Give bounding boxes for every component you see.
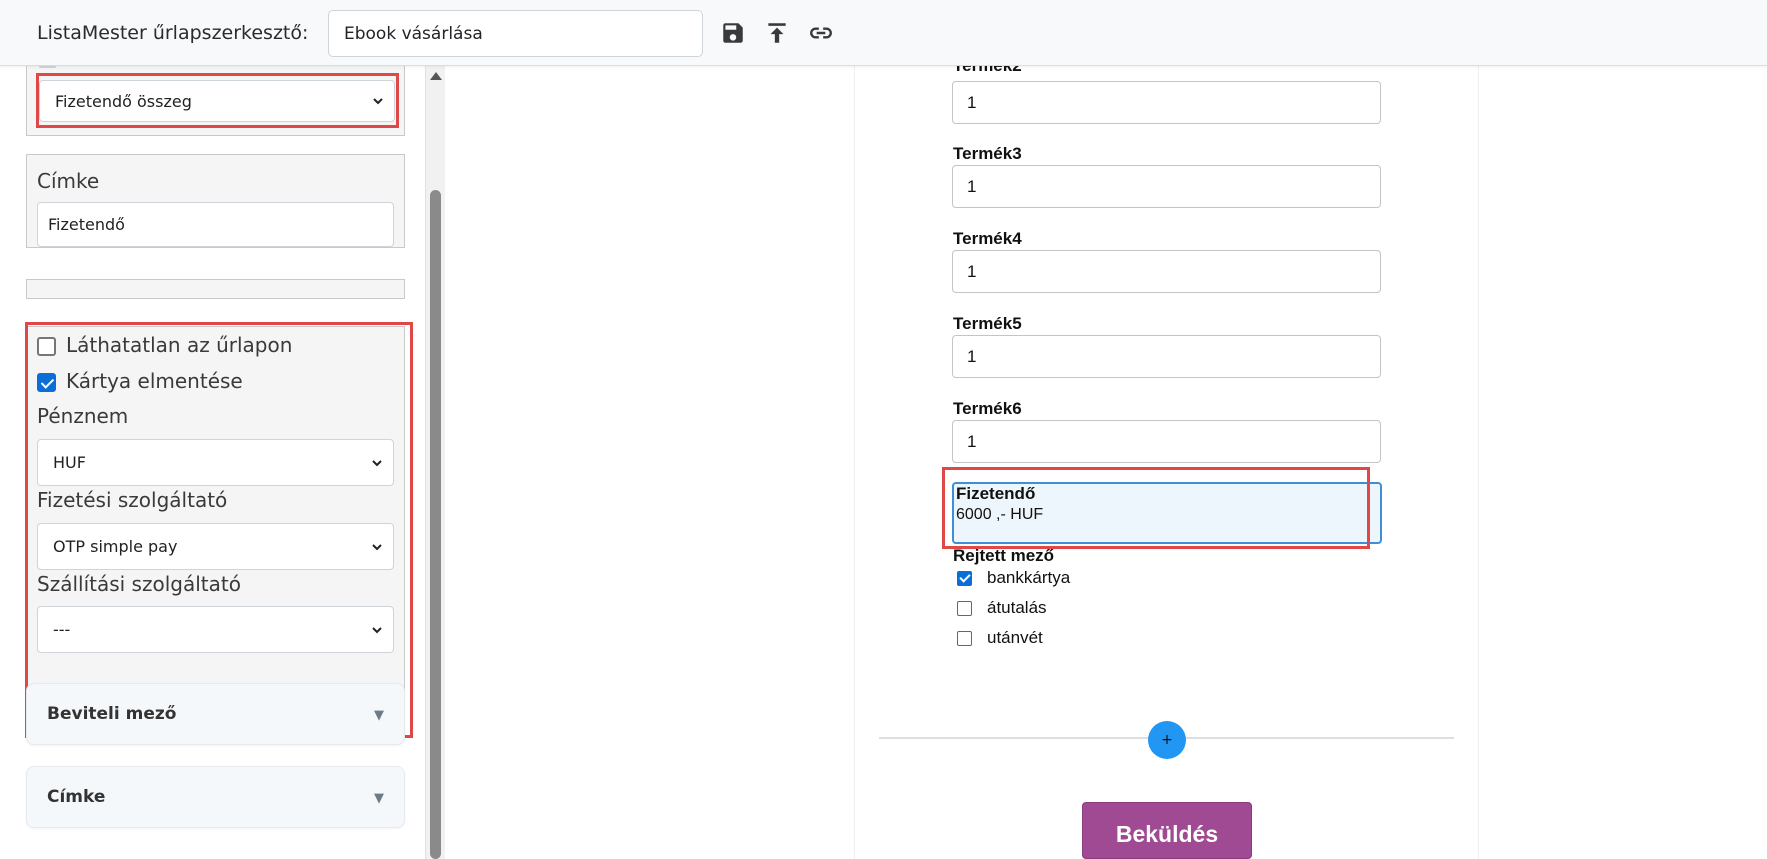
field-label-termek4: Termék4 [953, 229, 1022, 248]
accordion-input-field-title: Beviteli mező [47, 704, 177, 724]
field-label-termek5: Termék5 [953, 314, 1022, 333]
link-icon[interactable] [808, 20, 834, 46]
empty-fieldset [26, 279, 405, 299]
payable-label: Fizetendő [956, 484, 1036, 503]
currency-label: Pénznem [37, 404, 129, 428]
field-type-select[interactable]: Fizetendő összeg [39, 80, 395, 122]
checkbox-cash-on-delivery[interactable] [957, 631, 972, 646]
shipping-provider-label: Szállítási szolgáltató [37, 572, 241, 596]
option-cash-on-delivery: utánvét [987, 628, 1043, 647]
field-value: 1 [967, 92, 977, 112]
shipping-provider-select[interactable]: --- [37, 606, 394, 653]
shipping-provider-select-value: --- [53, 620, 71, 639]
field-value: 1 [967, 176, 977, 196]
scroll-up-arrow-icon[interactable] [430, 72, 442, 80]
field-input-termek6[interactable]: 1 [952, 420, 1381, 463]
hidden-field-label: Rejtett mező [953, 546, 1055, 565]
properties-panel: Fizetendő összeg Címke Fizetendő Láthata… [0, 66, 425, 859]
field-input-termek2[interactable]: 1 [952, 81, 1381, 124]
chevron-down-icon [372, 626, 382, 633]
chevron-down-icon [372, 543, 382, 550]
add-field-button[interactable]: + [1148, 721, 1186, 759]
checkbox-transfer[interactable] [957, 601, 972, 616]
top-bar: ListaMester űrlapszerkesztő: [0, 0, 1767, 66]
payment-provider-select[interactable]: OTP simple pay [37, 523, 394, 570]
field-value: 1 [967, 346, 977, 366]
accordion-label[interactable]: Címke ▼ [26, 766, 405, 828]
unused [39, 66, 56, 68]
triangle-down-icon: ▼ [374, 708, 384, 723]
field-value: 1 [967, 431, 977, 451]
field-label-termek6: Termék6 [953, 399, 1022, 418]
triangle-down-icon: ▼ [374, 791, 384, 806]
label-text-value: Fizetendő [48, 215, 125, 234]
option-bank-card: bankkártya [987, 568, 1071, 587]
payment-provider-label: Fizetési szolgáltató [37, 488, 228, 512]
field-input-termek3[interactable]: 1 [952, 165, 1381, 208]
accordion-input-field[interactable]: Beviteli mező ▼ [26, 683, 405, 745]
option-transfer: átutalás [987, 598, 1047, 617]
label-heading: Címke [37, 169, 100, 193]
currency-select[interactable]: HUF [37, 439, 394, 486]
app-title: ListaMester űrlapszerkesztő: [37, 22, 309, 44]
scrollbar-thumb[interactable] [430, 190, 441, 859]
submit-button[interactable]: Beküldés [1082, 802, 1252, 859]
accordion-label-title: Címke [47, 787, 106, 807]
save-card-checkbox[interactable] [37, 373, 56, 392]
save-card-label: Kártya elmentése [66, 369, 243, 393]
currency-select-value: HUF [53, 453, 86, 472]
field-type-select-value: Fizetendő összeg [55, 91, 192, 111]
invisible-label: Láthatatlan az űrlapon [66, 333, 293, 357]
payable-amount-field[interactable]: Fizetendő 6000 ,- HUF [952, 482, 1382, 544]
invisible-checkbox[interactable] [37, 337, 56, 356]
upload-icon[interactable] [764, 20, 790, 46]
payment-provider-select-value: OTP simple pay [53, 537, 178, 556]
save-icon[interactable] [720, 20, 746, 46]
chevron-down-icon [372, 459, 382, 466]
field-label-termek3: Termék3 [953, 144, 1022, 163]
payable-value: 6000 ,- HUF [956, 506, 1044, 523]
label-text-input[interactable]: Fizetendő [37, 202, 394, 247]
checkbox-bank-card[interactable] [957, 571, 972, 586]
form-name-input[interactable] [328, 10, 703, 57]
field-input-termek5[interactable]: 1 [952, 335, 1381, 378]
chevron-down-icon [373, 98, 383, 105]
panel-scrollbar[interactable] [425, 66, 445, 859]
field-value: 1 [967, 261, 977, 281]
field-input-termek4[interactable]: 1 [952, 250, 1381, 293]
